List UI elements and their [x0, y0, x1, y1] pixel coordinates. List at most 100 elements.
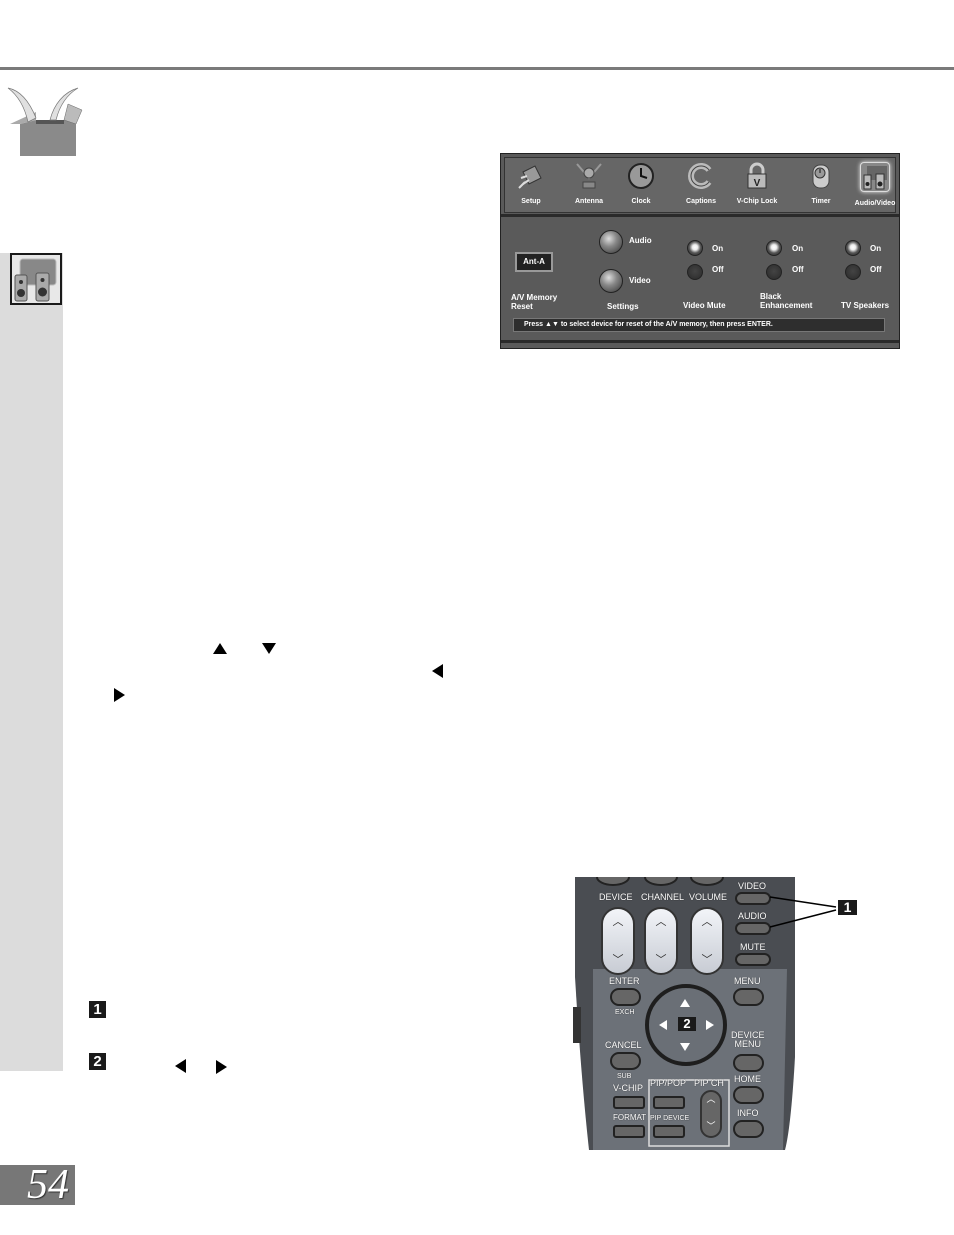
exch-label: EXCH [615, 1009, 635, 1016]
video-mute-on-radio[interactable] [687, 240, 703, 256]
audio-video-osd-menu: Setup Antenna Clock Captions V V-Chip Lo… [500, 153, 900, 349]
video-mute-on-label: On [712, 244, 724, 253]
tv-speakers-off-label: Off [870, 265, 882, 274]
pip-device-label: PIP DEVICE [650, 1115, 690, 1122]
rocker-up-icon: ︿ [701, 916, 713, 928]
clock-icon [627, 162, 655, 190]
black-enhancement-on-label: On [792, 244, 804, 253]
mute-button[interactable] [735, 953, 771, 966]
video-mute-label: Video Mute [683, 301, 726, 310]
left-arrow-icon [175, 1059, 186, 1073]
enter-button[interactable] [610, 988, 641, 1006]
audio-settings-button[interactable] [599, 230, 623, 254]
osd-tab-captions[interactable]: Captions [673, 162, 729, 205]
channel-label: CHANNEL [641, 892, 685, 902]
vchip-button[interactable] [613, 1096, 645, 1109]
right-arrow-icon [114, 688, 125, 702]
video-settings-label: Video [629, 276, 651, 285]
header-rule [0, 67, 954, 70]
rocker-up-icon: ︿ [706, 1094, 716, 1104]
tv-speakers-off-radio[interactable] [845, 264, 861, 280]
speakers-icon [860, 162, 890, 192]
osd-tab-audio-video[interactable]: Audio/Video [847, 162, 903, 207]
sub-label: SUB [617, 1073, 632, 1080]
device-rocker[interactable]: ︿ ﹀ [601, 907, 635, 975]
osd-tab-setup[interactable]: Setup [503, 162, 559, 205]
down-arrow-icon [262, 643, 276, 654]
audio-label: AUDIO [738, 911, 767, 921]
dpad-step-2-badge: 2 [678, 1017, 696, 1031]
format-label: FORMAT [613, 1113, 647, 1122]
rocker-down-icon: ﹀ [655, 954, 667, 966]
video-mute-off-radio[interactable] [687, 264, 703, 280]
rocker-down-icon: ﹀ [612, 954, 624, 966]
settings-label: Settings [607, 302, 639, 311]
menu-button[interactable] [733, 988, 764, 1006]
osd-tab-clock[interactable]: Clock [613, 162, 669, 205]
format-button[interactable] [613, 1125, 645, 1138]
remote-control-illustration: DEVICE CHANNEL VOLUME ︿ ﹀ ︿ ﹀ ︿ ﹀ VIDEO … [573, 877, 799, 1150]
audio-video-speakers-icon [10, 253, 62, 305]
channel-rocker[interactable]: ︿ ﹀ [644, 907, 678, 975]
black-enhancement-on-radio[interactable] [766, 240, 782, 256]
pip-pop-label: PIP/POP [650, 1078, 687, 1088]
osd-tab-timer[interactable]: Timer [793, 162, 849, 205]
black-enhancement-off-label: Off [792, 265, 804, 274]
audio-button[interactable] [735, 922, 771, 935]
left-arrow-icon [432, 664, 443, 678]
rocker-up-icon: ︿ [612, 916, 624, 928]
osd-tab-antenna[interactable]: Antenna [561, 162, 617, 205]
section-sidebar [0, 253, 63, 1071]
tv-speakers-on-radio[interactable] [845, 240, 861, 256]
osd-tab-vchip-lock[interactable]: V V-Chip Lock [729, 162, 785, 205]
device-menu-label: DEVICE MENU [731, 1030, 765, 1049]
pip-ch-rocker[interactable]: ︿ ﹀ [700, 1090, 722, 1138]
av-memory-reset-label: A/V Memory Reset [511, 293, 558, 311]
cancel-label: CANCEL [605, 1040, 642, 1050]
vchip-label: V-CHIP [613, 1083, 644, 1093]
osd-bottom-rule [501, 340, 899, 343]
plug-icon [517, 162, 545, 190]
right-arrow-icon [216, 1060, 227, 1074]
tv-speakers-on-label: On [870, 244, 882, 253]
black-enhancement-off-radio[interactable] [766, 264, 782, 280]
device-menu-button[interactable] [733, 1054, 764, 1072]
cancel-button[interactable] [610, 1052, 641, 1070]
lock-icon: V [743, 162, 771, 190]
mute-label: MUTE [740, 942, 766, 952]
tv-speakers-label: TV Speakers [841, 301, 890, 310]
rocker-down-icon: ﹀ [706, 1121, 716, 1131]
video-button[interactable] [735, 892, 771, 905]
pip-device-button[interactable] [653, 1125, 685, 1138]
svg-text:V: V [754, 178, 761, 189]
black-enhancement-label: Black Enhancement [760, 292, 813, 310]
rocker-up-icon: ︿ [655, 916, 667, 928]
pip-ch-label: PIP CH [694, 1078, 724, 1088]
step-2-badge: 2 [89, 1053, 106, 1070]
device-label: DEVICE [599, 892, 633, 902]
volume-label: VOLUME [689, 892, 728, 902]
page-number: 54 [0, 1164, 75, 1206]
dpad-left-icon[interactable] [659, 1020, 667, 1030]
info-label: INFO [737, 1108, 759, 1118]
timer-icon [807, 162, 835, 190]
rocker-down-icon: ﹀ [701, 954, 713, 966]
video-mute-off-label: Off [712, 265, 724, 274]
info-button[interactable] [733, 1120, 764, 1138]
video-settings-button[interactable] [599, 269, 623, 293]
av-memory-reset-field[interactable]: Ant-A [515, 252, 553, 272]
audio-settings-label: Audio [629, 236, 652, 245]
step-1-badge: 1 [89, 1001, 106, 1018]
dpad-right-icon[interactable] [706, 1020, 714, 1030]
open-box-icon [6, 84, 84, 158]
menu-label: MENU [734, 976, 761, 986]
dpad-down-icon[interactable] [680, 1043, 690, 1051]
up-arrow-icon [213, 643, 227, 654]
pip-pop-button[interactable] [653, 1096, 685, 1109]
video-label: VIDEO [738, 881, 767, 891]
home-label: HOME [734, 1074, 761, 1084]
home-button[interactable] [733, 1086, 764, 1104]
osd-status-bar: Press ▲▼ to select device for reset of t… [513, 318, 885, 332]
volume-rocker[interactable]: ︿ ﹀ [690, 907, 724, 975]
dpad-up-icon[interactable] [680, 999, 690, 1007]
